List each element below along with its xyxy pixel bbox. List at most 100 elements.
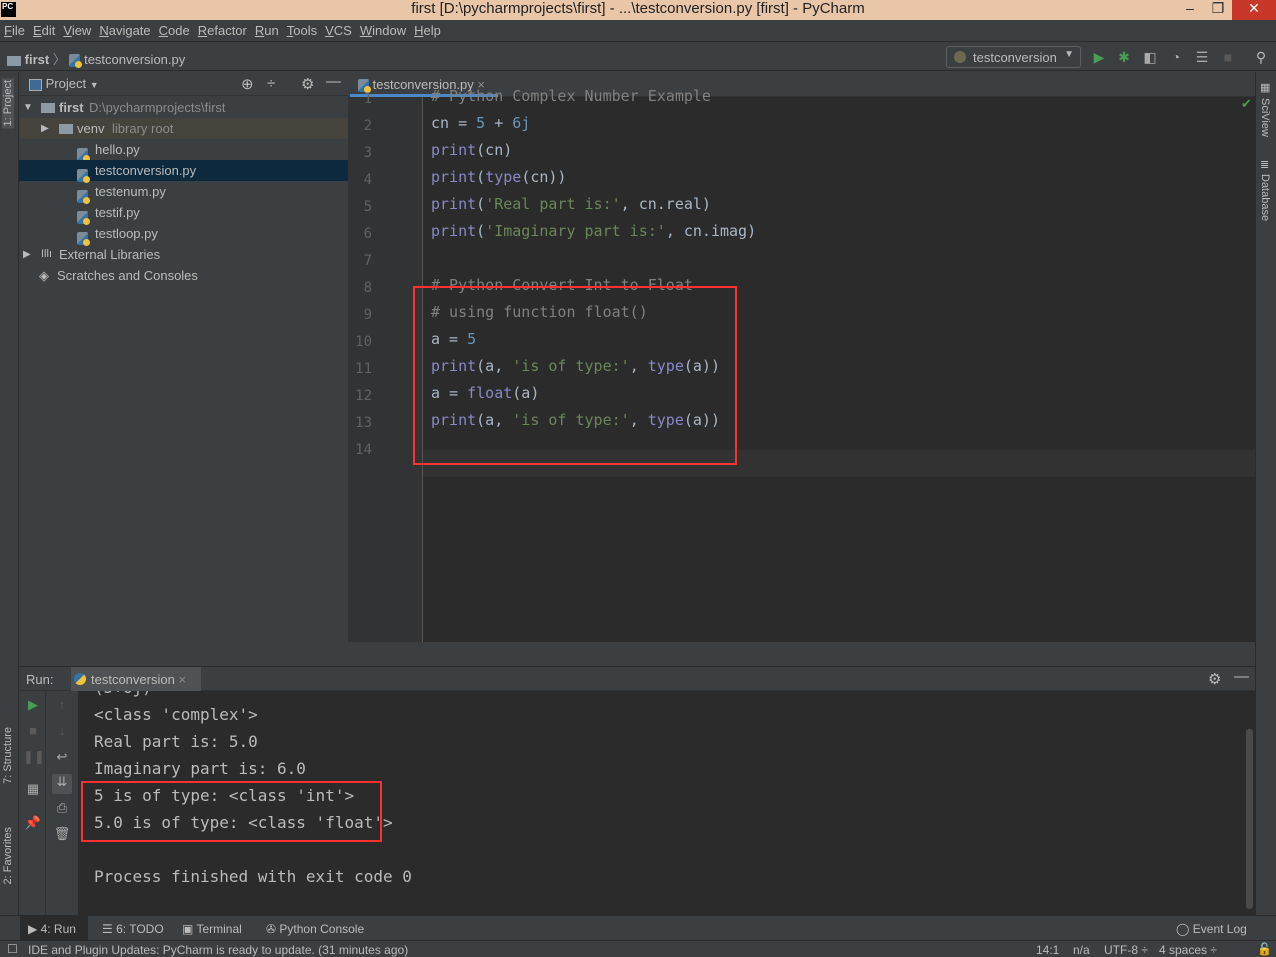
line-number: 4 bbox=[363, 172, 372, 188]
trash-icon[interactable]: 🗑 bbox=[52, 826, 72, 846]
bottom-tab-python-console[interactable]: ✇ Python Console bbox=[258, 916, 372, 941]
chevron-down-icon[interactable]: ▼ bbox=[23, 97, 33, 118]
menu-tools[interactable]: Tools bbox=[283, 20, 321, 38]
menu-vcs[interactable]: VCS bbox=[321, 20, 356, 38]
breadcrumb-file[interactable]: testconversion.py bbox=[84, 52, 185, 67]
gear-icon[interactable]: ⚙ bbox=[301, 75, 314, 93]
code-line[interactable]: print('Imaginary part is:', cn.imag) bbox=[431, 222, 756, 240]
minimize-button[interactable]: – bbox=[1176, 0, 1204, 20]
code-line[interactable]: # Python Complex Number Example bbox=[431, 87, 711, 105]
layout-icon[interactable]: ▦ bbox=[23, 781, 43, 801]
code-token: + bbox=[485, 114, 513, 132]
run-console-output[interactable]: (5+6j) <class 'complex'> Real part is: 5.0… bbox=[78, 691, 1255, 915]
tree-item-detail: D:\pycharmprojects\first bbox=[89, 100, 226, 115]
line-number: 5 bbox=[363, 199, 372, 215]
chevron-right-icon[interactable]: ▶ bbox=[41, 118, 49, 139]
tree-item[interactable]: ▶ Illı External Libraries bbox=[19, 244, 348, 265]
menu-help[interactable]: Help bbox=[410, 20, 445, 38]
debug-icon[interactable]: ✱ bbox=[1115, 48, 1133, 66]
run-tab-testconversion[interactable]: testconversion × bbox=[71, 667, 201, 691]
lock-icon[interactable]: 🔓 bbox=[1257, 942, 1272, 956]
console-line: <class 'complex'> bbox=[94, 705, 258, 724]
editor[interactable]: testconversion.py × 1 2 3 4 5 6 7 8 9 10 11 12 13 14 … bbox=[348, 72, 1255, 642]
locate-icon[interactable]: ⊕ bbox=[241, 75, 254, 93]
code-token: (cn)) bbox=[521, 168, 567, 186]
menu-view[interactable]: View bbox=[59, 20, 95, 38]
search-icon[interactable]: ⚲ bbox=[1252, 48, 1270, 66]
stop-icon[interactable]: ■ bbox=[23, 723, 43, 743]
project-view-dropdown[interactable]: Project bbox=[46, 76, 86, 91]
tree-item[interactable]: testloop.py bbox=[19, 223, 348, 247]
caret-position[interactable]: 14:1 bbox=[1036, 943, 1059, 957]
coverage-icon[interactable]: ◧ bbox=[1141, 48, 1159, 66]
close-tab-icon[interactable]: × bbox=[178, 672, 186, 687]
tree-item[interactable]: ▼ first D:\pycharmprojects\first bbox=[19, 97, 348, 118]
tree-item[interactable]: testconversion.py bbox=[19, 160, 348, 184]
favorites-tool-tab[interactable]: 2: Favorites bbox=[2, 827, 14, 884]
chevron-right-icon[interactable]: ▶ bbox=[23, 244, 31, 265]
tree-item[interactable]: ▶ venv library root bbox=[19, 118, 348, 139]
tree-item[interactable]: testif.py bbox=[19, 202, 348, 226]
line-number: 14 bbox=[355, 442, 372, 458]
bottom-tab-label: Python Console bbox=[279, 922, 365, 936]
tree-item[interactable]: ◈ Scratches and Consoles bbox=[19, 265, 348, 286]
hide-icon[interactable]: — bbox=[326, 73, 341, 90]
bottom-tab-terminal[interactable]: ▣ Terminal bbox=[174, 916, 250, 941]
python-file-icon bbox=[69, 54, 83, 69]
bottom-tab-run[interactable]: ▶ 4: Run bbox=[20, 916, 88, 941]
arrow-down-icon[interactable]: ↓ bbox=[52, 723, 72, 743]
line-number: 7 bbox=[363, 253, 372, 269]
hide-icon[interactable]: — bbox=[1234, 668, 1249, 685]
concurrency-icon[interactable]: ☰ bbox=[1193, 48, 1211, 66]
soft-wrap-icon[interactable]: ↩ bbox=[52, 749, 72, 769]
close-button[interactable]: ✕ bbox=[1232, 0, 1276, 20]
file-encoding[interactable]: UTF-8 ÷ bbox=[1104, 943, 1148, 957]
code-token: (cn) bbox=[476, 141, 513, 159]
tree-item[interactable]: hello.py bbox=[19, 139, 348, 163]
code-line[interactable]: print('Real part is:', cn.real) bbox=[431, 195, 711, 213]
title-bar: PC first [D:\pycharmprojects\first] - ..… bbox=[0, 0, 1276, 20]
console-scrollbar[interactable] bbox=[1246, 729, 1253, 909]
scroll-to-end-icon[interactable]: ⇊ bbox=[52, 774, 72, 794]
print-icon[interactable]: ⎙ bbox=[52, 800, 72, 820]
tree-item[interactable]: testenum.py bbox=[19, 181, 348, 205]
arrow-up-icon[interactable]: ↑ bbox=[52, 697, 72, 717]
menu-code[interactable]: Code bbox=[155, 20, 194, 38]
console-line: (5+6j) bbox=[94, 691, 152, 697]
profile-icon[interactable]: ◔ bbox=[1167, 48, 1185, 66]
code-line[interactable]: print(cn) bbox=[431, 141, 512, 159]
menu-edit[interactable]: Edit bbox=[29, 20, 59, 38]
sciview-tool-tab[interactable]: SciView bbox=[1259, 98, 1271, 137]
breadcrumb-project[interactable]: first bbox=[25, 52, 50, 67]
menu-bar: File Edit View Navigate Code Refactor Run Tools… bbox=[0, 20, 1276, 42]
menu-window[interactable]: Window bbox=[356, 20, 410, 38]
run-config-dropdown[interactable]: testconversion ▼ bbox=[946, 46, 1081, 68]
database-tool-tab[interactable]: Database bbox=[1259, 174, 1271, 221]
pin-icon[interactable]: 📌 bbox=[23, 815, 43, 835]
status-message[interactable]: IDE and Plugin Updates: PyCharm is ready… bbox=[28, 943, 408, 957]
library-icon: Illı bbox=[41, 248, 52, 260]
menu-run[interactable]: Run bbox=[251, 20, 283, 38]
line-separator[interactable]: n/a bbox=[1073, 943, 1090, 957]
event-log-button[interactable]: ◯ Event Log bbox=[1168, 916, 1255, 941]
structure-tool-tab[interactable]: 7: Structure bbox=[2, 727, 14, 784]
menu-file[interactable]: File bbox=[0, 20, 29, 38]
code-token: ( bbox=[476, 168, 486, 186]
code-line[interactable]: cn = 5 + 6j bbox=[431, 114, 530, 132]
bottom-tab-todo[interactable]: ☰ 6: TODO bbox=[94, 916, 172, 941]
gear-icon[interactable]: ⚙ bbox=[1208, 670, 1221, 688]
status-toggle-icon[interactable]: ☐ bbox=[7, 942, 18, 956]
restore-button[interactable]: ❐ bbox=[1204, 0, 1232, 20]
project-tool-tab[interactable]: 1: Project bbox=[2, 78, 14, 129]
stop-icon[interactable]: ■ bbox=[1219, 48, 1237, 66]
collapse-all-icon[interactable]: ÷ bbox=[267, 75, 275, 92]
code-line[interactable]: print(type(cn)) bbox=[431, 168, 566, 186]
pause-icon[interactable]: ❚❚ bbox=[23, 749, 45, 769]
run-icon[interactable]: ▶ bbox=[1090, 48, 1108, 66]
menu-navigate[interactable]: Navigate bbox=[95, 20, 154, 38]
tree-item-label: first bbox=[59, 100, 84, 115]
chevron-down-icon[interactable]: ▼ bbox=[90, 80, 99, 90]
menu-refactor[interactable]: Refactor bbox=[194, 20, 251, 38]
rerun-icon[interactable]: ▶ bbox=[23, 697, 43, 717]
indent-setting[interactable]: 4 spaces ÷ bbox=[1159, 943, 1217, 957]
